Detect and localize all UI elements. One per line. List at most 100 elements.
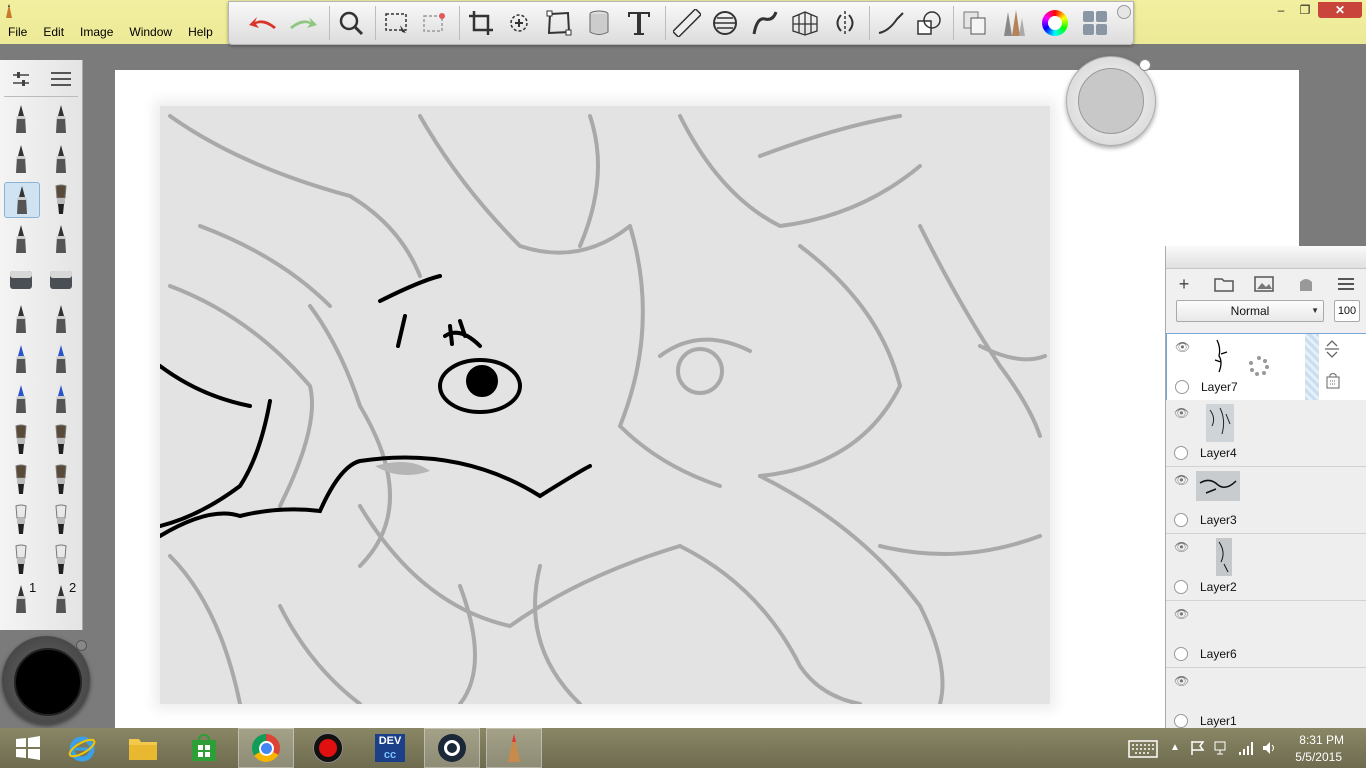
brush-pen-icon[interactable]	[4, 182, 40, 218]
file-explorer-icon[interactable]	[115, 728, 171, 768]
ellipse-icon[interactable]	[707, 5, 743, 41]
devcc-icon[interactable]: DEV cc	[362, 728, 418, 768]
lagoon-knob-icon[interactable]	[1139, 59, 1151, 71]
menu-image[interactable]: Image	[72, 22, 121, 42]
color-puck[interactable]	[2, 636, 90, 724]
minimize-button[interactable]: –	[1268, 2, 1294, 18]
copy-layers-icon[interactable]	[957, 5, 993, 41]
layer-select-radio[interactable]	[1174, 513, 1188, 527]
visibility-eye-icon[interactable]: 👁	[1174, 406, 1189, 420]
layer-mask-icon[interactable]	[1325, 372, 1341, 393]
record-icon[interactable]	[300, 728, 356, 768]
menu-file[interactable]: File	[0, 22, 35, 42]
signal-icon[interactable]	[1238, 740, 1254, 759]
brush-blue-pencil-icon[interactable]	[4, 342, 38, 376]
layer-move-icon[interactable]	[1323, 340, 1341, 361]
blend-mode-select[interactable]: Normal ▼	[1176, 300, 1324, 322]
visibility-eye-icon[interactable]: 👁	[1174, 540, 1189, 554]
layer-select-radio[interactable]	[1174, 714, 1188, 728]
brush-flat-brush-icon[interactable]	[44, 462, 78, 496]
distort-icon[interactable]	[541, 5, 577, 41]
maximize-button[interactable]: ❐	[1292, 2, 1318, 18]
layer-row[interactable]: 👁 Layer3	[1166, 467, 1366, 534]
visibility-eye-icon[interactable]: 👁	[1174, 473, 1189, 487]
visibility-eye-icon[interactable]: 👁	[1174, 607, 1189, 621]
bucket-icon[interactable]	[581, 5, 617, 41]
layer-row[interactable]: 👁 Layer7	[1166, 333, 1366, 401]
clock-date[interactable]: 5/5/2015	[1295, 750, 1342, 764]
brush-fan-brush-icon[interactable]	[44, 422, 78, 456]
brush-smudge-2-icon[interactable]	[4, 542, 38, 576]
french-curve-icon[interactable]	[747, 5, 783, 41]
shapes-icon[interactable]	[911, 5, 947, 41]
add-image-icon[interactable]	[1252, 274, 1276, 294]
flag-icon[interactable]	[1190, 740, 1206, 759]
color-wheel-icon[interactable]	[1037, 5, 1073, 41]
brush-wet-brush-icon[interactable]	[4, 462, 38, 496]
symmetry-icon[interactable]	[827, 5, 863, 41]
visibility-eye-icon[interactable]: 👁	[1174, 674, 1189, 688]
layer-opacity-field[interactable]: 100	[1334, 300, 1360, 322]
layer-lock-icon[interactable]	[1294, 274, 1318, 294]
brush-airbrush-icon[interactable]	[44, 182, 78, 216]
brush-round-brush-icon[interactable]	[4, 422, 38, 456]
undo-icon[interactable]	[245, 5, 281, 41]
layer-row[interactable]: 👁 Layer4	[1166, 400, 1366, 467]
brush-technical-pen-icon[interactable]	[44, 222, 78, 256]
visibility-eye-icon[interactable]: 👁	[1175, 340, 1190, 354]
network-icon[interactable]	[1214, 740, 1230, 759]
internet-explorer-icon[interactable]	[54, 728, 110, 768]
current-color-swatch[interactable]	[14, 648, 82, 716]
store-icon[interactable]	[176, 728, 232, 768]
zoom-icon[interactable]	[333, 5, 369, 41]
close-button[interactable]: ✕	[1318, 2, 1362, 18]
brush-chisel-marker-icon[interactable]	[44, 142, 78, 176]
layer-select-radio[interactable]	[1174, 446, 1188, 460]
rect-select-icon[interactable]	[379, 5, 415, 41]
brush-felt-tip-2-icon[interactable]	[44, 302, 78, 336]
layer-panel-header[interactable]	[1166, 246, 1366, 269]
brush-fine-pen-icon[interactable]	[4, 222, 38, 256]
crop-icon[interactable]	[463, 5, 499, 41]
ruler-icon[interactable]	[669, 5, 705, 41]
redo-icon[interactable]	[285, 5, 321, 41]
lagoon-puck[interactable]	[1066, 56, 1156, 146]
stroke-icon[interactable]	[873, 5, 909, 41]
brush-marker-icon[interactable]	[4, 142, 38, 176]
brush-blend-2-icon[interactable]	[44, 542, 78, 576]
lagoon-center[interactable]	[1078, 68, 1144, 134]
layer-row[interactable]: 👁 Layer6	[1166, 601, 1366, 668]
brush-eraser-hard-icon[interactable]	[4, 262, 38, 296]
keyboard-icon[interactable]	[1128, 740, 1158, 761]
layer-scrollbar[interactable]	[1305, 334, 1319, 400]
magic-select-icon[interactable]	[417, 5, 453, 41]
perspective-icon[interactable]	[787, 5, 823, 41]
transform-icon[interactable]	[501, 5, 537, 41]
brush-properties-icon[interactable]	[4, 62, 38, 96]
brush-blue-pen-icon[interactable]	[4, 382, 38, 416]
brush-blue-marker-icon[interactable]	[44, 342, 78, 376]
brush-pencil-icon[interactable]	[4, 102, 38, 136]
show-hidden-icons-icon[interactable]: ▲	[1170, 742, 1180, 753]
menu-edit[interactable]: Edit	[35, 22, 72, 42]
layer-row[interactable]: 👁 Layer2	[1166, 534, 1366, 601]
menu-help[interactable]: Help	[180, 22, 221, 42]
swatches-icon[interactable]	[1077, 5, 1113, 41]
sketchbook-icon[interactable]	[486, 728, 542, 768]
layer-select-radio[interactable]	[1175, 380, 1189, 394]
steam-icon[interactable]	[424, 728, 480, 768]
windows-start-icon[interactable]	[0, 728, 56, 768]
palette-menu-icon[interactable]	[44, 62, 78, 96]
layer-row[interactable]: 👁 Layer1	[1166, 668, 1366, 735]
text-icon[interactable]	[621, 5, 657, 41]
clock-time[interactable]: 8:31 PM	[1299, 733, 1344, 747]
brush-felt-tip-icon[interactable]	[4, 302, 38, 336]
toolbar-collapse-icon[interactable]	[1117, 5, 1131, 19]
volume-icon[interactable]	[1262, 740, 1278, 759]
add-layer-icon[interactable]: +	[1172, 274, 1196, 294]
layer-menu-icon[interactable]	[1334, 274, 1358, 294]
add-group-icon[interactable]	[1212, 274, 1236, 294]
puck-knob-icon[interactable]	[76, 640, 87, 651]
brush-library-icon[interactable]	[995, 5, 1031, 41]
brush-blend-icon[interactable]	[44, 502, 78, 536]
